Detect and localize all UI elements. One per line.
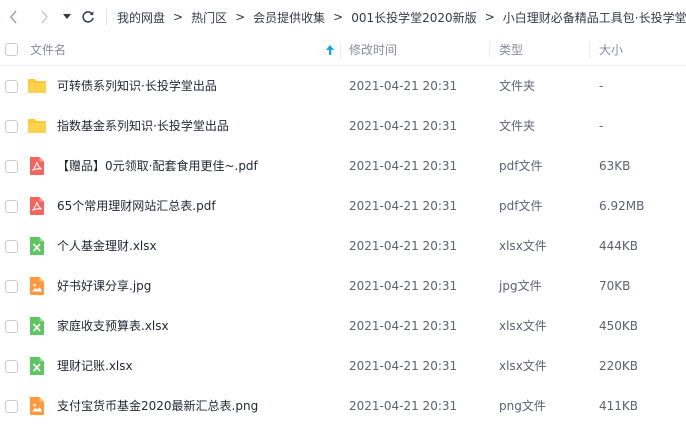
row-checkbox[interactable] bbox=[5, 280, 18, 293]
breadcrumb-current: 小白理财必备精品工具包·长投学堂出 bbox=[502, 10, 686, 25]
file-size: 63KB bbox=[599, 159, 631, 173]
file-type: pdf文件 bbox=[499, 199, 543, 213]
column-divider bbox=[340, 42, 341, 58]
column-divider bbox=[589, 42, 590, 58]
file-type: xlsx文件 bbox=[499, 319, 547, 333]
file-size: 220KB bbox=[599, 359, 639, 373]
breadcrumb-item[interactable]: 001长投学堂2020新版 bbox=[351, 9, 476, 26]
excel-icon bbox=[27, 236, 47, 256]
file-name[interactable]: 个人基金理财.xlsx bbox=[57, 226, 157, 266]
file-size: 6.92MB bbox=[599, 199, 645, 213]
row-checkbox[interactable] bbox=[5, 400, 18, 413]
image-icon bbox=[27, 396, 47, 416]
file-row[interactable]: 可转债系列知识·长投学堂出品 2021-04-21 20:31 文件夹 - bbox=[0, 66, 686, 106]
file-row[interactable]: 支付宝货币基金2020最新汇总表.png 2021-04-21 20:31 pn… bbox=[0, 386, 686, 426]
pdf-icon bbox=[27, 156, 47, 176]
file-name[interactable]: 理财记账.xlsx bbox=[57, 346, 133, 386]
breadcrumb-item[interactable]: 热门区 bbox=[191, 9, 227, 26]
column-divider bbox=[489, 42, 490, 58]
file-row[interactable]: 理财记账.xlsx 2021-04-21 20:31 xlsx文件 220KB bbox=[0, 346, 686, 386]
file-name[interactable]: 可转债系列知识·长投学堂出品 bbox=[57, 66, 217, 106]
header-type[interactable]: 类型 bbox=[499, 34, 523, 66]
file-modified: 2021-04-21 20:31 bbox=[349, 79, 458, 93]
file-row[interactable]: 好书好课分享.jpg 2021-04-21 20:31 jpg文件 70KB bbox=[0, 266, 686, 306]
file-type: xlsx文件 bbox=[499, 239, 547, 253]
file-name[interactable]: 65个常用理财网站汇总表.pdf bbox=[57, 186, 216, 226]
breadcrumb-separator: > bbox=[484, 10, 495, 24]
file-name[interactable]: 指数基金系列知识·长投学堂出品 bbox=[57, 106, 229, 146]
file-row[interactable]: 【赠品】0元领取·配套食用更佳~.pdf 2021-04-21 20:31 pd… bbox=[0, 146, 686, 186]
chevron-right-icon[interactable] bbox=[34, 7, 54, 27]
file-size: - bbox=[599, 119, 604, 133]
file-modified: 2021-04-21 20:31 bbox=[349, 319, 458, 333]
file-modified: 2021-04-21 20:31 bbox=[349, 159, 458, 173]
refresh-icon[interactable] bbox=[78, 7, 98, 27]
row-checkbox[interactable] bbox=[5, 320, 18, 333]
row-checkbox[interactable] bbox=[5, 200, 18, 213]
file-name[interactable]: 好书好课分享.jpg bbox=[57, 266, 151, 306]
file-type: jpg文件 bbox=[499, 279, 542, 293]
row-checkbox[interactable] bbox=[5, 160, 18, 173]
image-icon bbox=[27, 276, 47, 296]
file-list-header: 文件名 修改时间 类型 大小 bbox=[0, 34, 686, 66]
file-type: xlsx文件 bbox=[499, 359, 547, 373]
file-name[interactable]: 【赠品】0元领取·配套食用更佳~.pdf bbox=[57, 146, 258, 186]
file-row[interactable]: 指数基金系列知识·长投学堂出品 2021-04-21 20:31 文件夹 - bbox=[0, 106, 686, 146]
header-size[interactable]: 大小 bbox=[599, 34, 623, 66]
breadcrumb-item[interactable]: 我的网盘 bbox=[117, 9, 165, 26]
file-modified: 2021-04-21 20:31 bbox=[349, 279, 458, 293]
breadcrumb-separator: > bbox=[173, 10, 184, 24]
sort-up-arrow-icon[interactable] bbox=[326, 44, 334, 58]
file-modified: 2021-04-21 20:31 bbox=[349, 199, 458, 213]
file-name[interactable]: 家庭收支预算表.xlsx bbox=[57, 306, 169, 346]
row-checkbox[interactable] bbox=[5, 360, 18, 373]
breadcrumb-separator: > bbox=[235, 10, 246, 24]
file-size: 444KB bbox=[599, 239, 639, 253]
file-size: 70KB bbox=[599, 279, 631, 293]
file-size: - bbox=[599, 79, 604, 93]
file-modified: 2021-04-21 20:31 bbox=[349, 399, 458, 413]
file-row[interactable]: 家庭收支预算表.xlsx 2021-04-21 20:31 xlsx文件 450… bbox=[0, 306, 686, 346]
folder-icon bbox=[27, 76, 47, 96]
row-checkbox[interactable] bbox=[5, 80, 18, 93]
file-modified: 2021-04-21 20:31 bbox=[349, 359, 458, 373]
file-type: 文件夹 bbox=[499, 119, 536, 133]
nav-divider bbox=[106, 9, 107, 25]
file-row[interactable]: 65个常用理财网站汇总表.pdf 2021-04-21 20:31 pdf文件 … bbox=[0, 186, 686, 226]
file-row[interactable]: 个人基金理财.xlsx 2021-04-21 20:31 xlsx文件 444K… bbox=[0, 226, 686, 266]
header-modified-time[interactable]: 修改时间 bbox=[349, 34, 397, 66]
row-checkbox[interactable] bbox=[5, 120, 18, 133]
breadcrumb-separator: > bbox=[333, 10, 344, 24]
row-checkbox[interactable] bbox=[5, 240, 18, 253]
excel-icon bbox=[27, 316, 47, 336]
select-all-checkbox[interactable] bbox=[5, 43, 18, 56]
file-size: 450KB bbox=[599, 319, 639, 333]
file-modified: 2021-04-21 20:31 bbox=[349, 119, 458, 133]
folder-icon bbox=[27, 116, 47, 136]
caret-down-icon[interactable] bbox=[62, 7, 72, 27]
pdf-icon bbox=[27, 196, 47, 216]
file-modified: 2021-04-21 20:31 bbox=[349, 239, 458, 253]
file-type: png文件 bbox=[499, 399, 546, 413]
file-type: 文件夹 bbox=[499, 79, 536, 93]
file-size: 411KB bbox=[599, 399, 639, 413]
chevron-left-icon[interactable] bbox=[4, 7, 24, 27]
navigation-bar: 我的网盘 > 热门区 > 会员提供收集 > 001长投学堂2020新版 > 小白… bbox=[0, 0, 686, 34]
header-filename[interactable]: 文件名 bbox=[30, 34, 66, 66]
excel-icon bbox=[27, 356, 47, 376]
file-name[interactable]: 支付宝货币基金2020最新汇总表.png bbox=[57, 386, 258, 426]
breadcrumb-item[interactable]: 会员提供收集 bbox=[253, 9, 325, 26]
file-type: pdf文件 bbox=[499, 159, 543, 173]
